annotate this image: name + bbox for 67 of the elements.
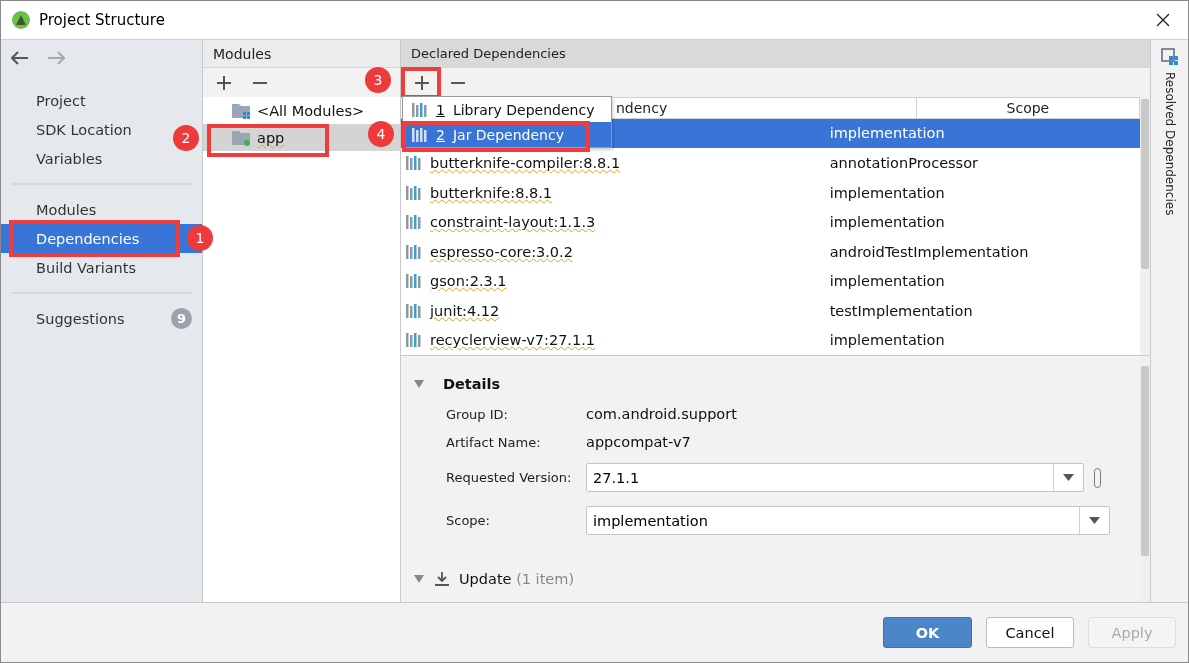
- library-icon: [406, 303, 422, 318]
- table-cell: butterknife:8.8.1: [430, 184, 553, 201]
- table-cell-text: implementation: [828, 125, 946, 142]
- dropdown-arrow-icon[interactable]: [1063, 474, 1074, 481]
- library-icon: [406, 156, 422, 170]
- table-cell-text: implementation: [828, 273, 946, 290]
- window-title: Project Structure: [39, 11, 165, 29]
- combo-box[interactable]: implementation: [586, 506, 1110, 535]
- field-value: com.android.support: [586, 406, 737, 422]
- minus-icon: [451, 81, 465, 84]
- library-icon: [406, 215, 422, 230]
- side-tab[interactable]: Resolved Dependencies: [1160, 48, 1179, 216]
- combo-box[interactable]: 27.1.1: [586, 463, 1084, 492]
- sidebar-item[interactable]: Variables: [1, 144, 113, 173]
- count-badge: 9: [171, 308, 192, 329]
- collapse-icon[interactable]: [413, 574, 425, 584]
- sidebar-item[interactable]: Suggestions: [36, 310, 125, 327]
- sidebar-item[interactable]: SDK Location: [1, 115, 142, 144]
- sidebar-item[interactable]: Project: [1, 86, 96, 115]
- library-icon: [406, 274, 422, 289]
- table-cell: recyclerview-v7:27.1.1: [430, 332, 596, 349]
- library-icon: [406, 185, 422, 200]
- table-cell: gson:2.3.1: [430, 273, 507, 290]
- dropdown-arrow-icon[interactable]: [1089, 517, 1100, 524]
- field-label: Requested Version:: [446, 470, 573, 485]
- section-title: Update (1 item): [459, 571, 575, 587]
- table-cell: butterknife-compiler:8.8.1: [430, 155, 621, 171]
- dialog-button[interactable]: OK: [883, 617, 972, 648]
- field-label: Group ID:: [446, 406, 509, 422]
- collapse-icon[interactable]: [413, 379, 425, 389]
- plus-icon: [217, 75, 231, 90]
- table-cell: junit:4.12: [430, 302, 500, 319]
- section-title: Details: [443, 376, 501, 392]
- table-cell-text: annotationProcessor: [828, 155, 979, 171]
- field-label: Scope:: [446, 513, 491, 528]
- menu-item[interactable]: 1 Library Dependency: [403, 97, 611, 122]
- panel-header: Declared Dependencies: [401, 40, 1150, 68]
- table-cell-text: androidTestImplementation: [828, 243, 1030, 260]
- table-cell-text: implementation: [828, 214, 946, 231]
- table-cell: constraint-layout:1.1.3: [430, 214, 596, 231]
- back-arrow-icon[interactable]: [11, 51, 29, 65]
- table-cell-text: implementation: [828, 184, 946, 201]
- scrollbar[interactable]: [1140, 97, 1150, 355]
- table-cell: espresso-core:3.0.2: [430, 243, 573, 260]
- tree-item[interactable]: <All Modules>: [203, 97, 400, 124]
- library-icon: [406, 244, 422, 259]
- folder-icon: [231, 129, 251, 146]
- minus-icon: [253, 81, 267, 84]
- folder-icon: [231, 102, 251, 119]
- panel-header: Modules: [203, 40, 400, 68]
- sidebar-item[interactable]: Modules: [1, 195, 107, 224]
- dialog-button[interactable]: Cancel: [986, 617, 1074, 648]
- android-logo-icon: [11, 10, 31, 30]
- step-badge: 1: [187, 225, 213, 251]
- close-icon: [1156, 13, 1170, 27]
- library-icon: [406, 333, 422, 348]
- sidebar-item[interactable]: Build Variants: [1, 253, 146, 282]
- field-value: appcompat-v7: [586, 434, 691, 450]
- library-icon: [412, 127, 428, 142]
- panel-icon: [1160, 48, 1179, 66]
- download-icon: [435, 572, 449, 586]
- plus-icon: [415, 75, 429, 90]
- step-badge: 4: [368, 121, 394, 147]
- field-label: Artifact Name:: [446, 434, 542, 450]
- table-cell-text: testImplementation: [828, 302, 974, 319]
- table-cell-text: implementation: [828, 332, 946, 349]
- library-icon: [412, 102, 428, 117]
